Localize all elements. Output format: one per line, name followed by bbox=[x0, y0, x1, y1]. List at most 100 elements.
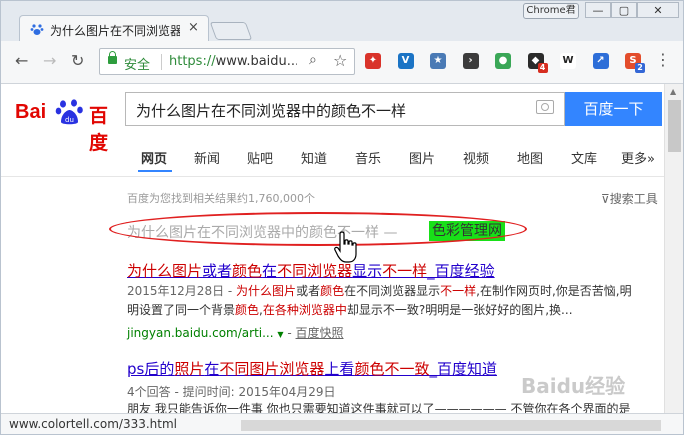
snippet-text: 或者 bbox=[296, 284, 321, 298]
title-text: 在 bbox=[204, 360, 220, 378]
result-2-snippet: 朋友 我只能告诉你一件事 你也只需要知道这件事就可以了—————— 不管你在各个… bbox=[127, 402, 631, 414]
secure-label: 安全 bbox=[124, 58, 151, 73]
ext-arrow-icon[interactable]: › bbox=[462, 53, 479, 69]
snippet-keyword: 不一样 bbox=[440, 284, 477, 298]
reload-icon[interactable]: ↻ bbox=[71, 51, 84, 70]
snippet-keyword: 在各种浏览器中 bbox=[262, 303, 347, 317]
baidu-paw-icon bbox=[30, 24, 44, 35]
title-text: 或者 bbox=[202, 262, 233, 280]
page-content: Bai du 百度 为什么图片在不同浏览器中的颜色不一样 百度一下 网页 新闻 … bbox=[1, 84, 664, 414]
search-button[interactable]: 百度一下 bbox=[565, 92, 662, 126]
snippet-text: ,在制作网页时,你是否苦恼,明 bbox=[476, 284, 632, 298]
result-2-title[interactable]: ps后的照片在不同图片浏览器上看颜色不一致_百度知道 bbox=[127, 358, 497, 379]
title-bar: 为什么图片在不同浏览器 × Chrome君 — ▢ ✕ bbox=[1, 1, 683, 42]
hand-cursor-icon bbox=[334, 231, 357, 263]
address-bar[interactable]: 安全 https://www.baidu.... ⌕ ☆ bbox=[99, 48, 355, 75]
omnibox-separator bbox=[161, 54, 162, 70]
tab-news[interactable]: 新闻 bbox=[194, 148, 220, 167]
snippet-text: 在不同浏览器显示 bbox=[344, 284, 441, 298]
result-2-meta: 4个回答 - 提问时间: 2015年04月29日 bbox=[127, 385, 336, 399]
ext-v-icon[interactable]: V bbox=[397, 53, 414, 69]
ext-star-icon[interactable]: ★ bbox=[430, 53, 446, 69]
browser-toolbar: ← → ↻ 安全 https://www.baidu.... ⌕ ☆ ✦ V ★ › ●… bbox=[1, 41, 683, 84]
filter-icon: ⊽ bbox=[601, 192, 610, 206]
ext-red-icon[interactable]: ✦ bbox=[365, 53, 381, 69]
search-tools-label: 搜索工具 bbox=[609, 192, 658, 206]
snippet-date: 2015年12月28日 - bbox=[127, 284, 237, 298]
ext-green-dot-icon[interactable]: ● bbox=[495, 53, 511, 69]
title-keyword: 浏览器 bbox=[279, 360, 325, 378]
dropdown-triangle-icon[interactable]: ▼ bbox=[277, 330, 283, 339]
new-tab-button[interactable] bbox=[209, 22, 253, 40]
status-url: www.colortell.com/333.html bbox=[9, 417, 177, 431]
title-keyword: 颜色 bbox=[232, 262, 263, 280]
snippet-keyword: 为什么图片 bbox=[236, 284, 297, 298]
svg-text:du: du bbox=[65, 116, 74, 124]
title-text: ps后的 bbox=[127, 360, 175, 378]
title-text: 上看 bbox=[324, 360, 355, 378]
bookmark-star-icon[interactable]: ☆ bbox=[333, 51, 347, 70]
result-1-url[interactable]: jingyan.baidu.com/arti... ▼ - 百度快照 bbox=[127, 324, 344, 341]
tab-images[interactable]: 图片 bbox=[409, 148, 435, 167]
title-text: _百度经验 bbox=[427, 262, 495, 280]
tab-map[interactable]: 地图 bbox=[517, 148, 543, 167]
ext-share-icon[interactable]: ↗ bbox=[592, 53, 609, 69]
snippet-text: 却显示不一致?明明是一张好好的图片,换... bbox=[346, 303, 573, 317]
tab-wenku[interactable]: 文库 bbox=[571, 148, 597, 167]
title-text: _百度知道 bbox=[429, 360, 497, 378]
tab-title: 为什么图片在不同浏览器 bbox=[50, 24, 180, 38]
search-query: 为什么图片在不同浏览器中的颜色不一样 bbox=[136, 102, 407, 120]
result-count: 百度为您找到相关结果约1,760,000个 bbox=[127, 192, 315, 205]
search-input[interactable]: 为什么图片在不同浏览器中的颜色不一样 bbox=[125, 92, 565, 126]
snapshot-link[interactable]: 百度快照 bbox=[296, 326, 344, 340]
baidu-jingyan-watermark: Baidu经验 bbox=[521, 374, 626, 398]
scroll-up-arrow-icon[interactable]: ▲ bbox=[670, 87, 676, 96]
extension-badge: 2 bbox=[635, 63, 645, 73]
scroll-thumb[interactable] bbox=[668, 100, 681, 152]
maximize-button[interactable]: ▢ bbox=[611, 2, 637, 18]
tab-more[interactable]: 更多» bbox=[621, 148, 655, 167]
menu-icon[interactable]: ⋮ bbox=[655, 50, 671, 69]
result-1-snippet: 2015年12月28日 - 为什么图片或者颜色在不同浏览器显示不一样,在制作网页… bbox=[127, 282, 661, 320]
minimize-button[interactable]: — bbox=[585, 2, 611, 18]
horizontal-scrollbar[interactable] bbox=[241, 420, 661, 431]
snippet-text: 明设置了同一个背景 bbox=[127, 303, 236, 317]
vertical-scrollbar[interactable]: ▲ bbox=[664, 84, 683, 414]
ext-w-icon[interactable]: W bbox=[560, 53, 576, 69]
ext-s-icon[interactable]: S2 bbox=[625, 53, 645, 73]
snippet-keyword: 颜色 bbox=[320, 284, 345, 298]
url-host: www.baidu.... bbox=[215, 54, 297, 69]
search-tools-button[interactable]: ⊽搜索工具 bbox=[601, 190, 658, 207]
lock-icon bbox=[108, 51, 117, 64]
back-arrow-icon[interactable]: ← bbox=[15, 51, 28, 70]
title-keyword: 照片 bbox=[174, 360, 205, 378]
title-keyword: 为什么图片 bbox=[127, 262, 203, 280]
baidu-paw-logo-icon: du bbox=[55, 99, 83, 125]
tab-video[interactable]: 视频 bbox=[463, 148, 489, 167]
result-url-text: jingyan.baidu.com/arti... bbox=[127, 326, 274, 340]
red-annotation-ellipse bbox=[109, 212, 527, 246]
profile-button[interactable]: Chrome君 bbox=[523, 3, 579, 19]
tab-tieba[interactable]: 贴吧 bbox=[247, 148, 273, 167]
title-keyword: 不一样 bbox=[382, 262, 428, 280]
title-keyword: 不同 bbox=[219, 360, 250, 378]
snippet-keyword: 颜色 bbox=[235, 303, 260, 317]
tab-zhidao[interactable]: 知道 bbox=[301, 148, 327, 167]
extension-badge: 4 bbox=[537, 63, 548, 73]
browser-tab[interactable]: 为什么图片在不同浏览器 × bbox=[19, 15, 209, 42]
camera-icon[interactable] bbox=[536, 100, 554, 114]
tab-close-icon[interactable]: × bbox=[188, 20, 199, 35]
ext-game-icon[interactable]: ◆ 4 bbox=[527, 53, 548, 73]
result-1-title[interactable]: 为什么图片或者颜色在不同浏览器显示不一样_百度经验 bbox=[127, 260, 495, 281]
title-keyword: 不同浏览器 bbox=[277, 262, 353, 280]
search-icon[interactable]: ⌕ bbox=[309, 52, 317, 68]
url-scheme: https:// bbox=[169, 54, 216, 69]
logo-bai-text: Bai bbox=[15, 101, 47, 123]
search-category-tabs: 网页 新闻 贴吧 知道 音乐 图片 视频 地图 文库 更多» bbox=[1, 144, 664, 177]
title-keyword: 图片 bbox=[249, 360, 280, 378]
tab-web[interactable]: 网页 bbox=[137, 148, 173, 172]
close-window-button[interactable]: ✕ bbox=[637, 2, 679, 18]
browser-window: 为什么图片在不同浏览器 × Chrome君 — ▢ ✕ ← → ↻ 安全 htt… bbox=[0, 0, 684, 435]
tab-music[interactable]: 音乐 bbox=[355, 148, 381, 167]
forward-arrow-icon[interactable]: → bbox=[43, 51, 56, 70]
